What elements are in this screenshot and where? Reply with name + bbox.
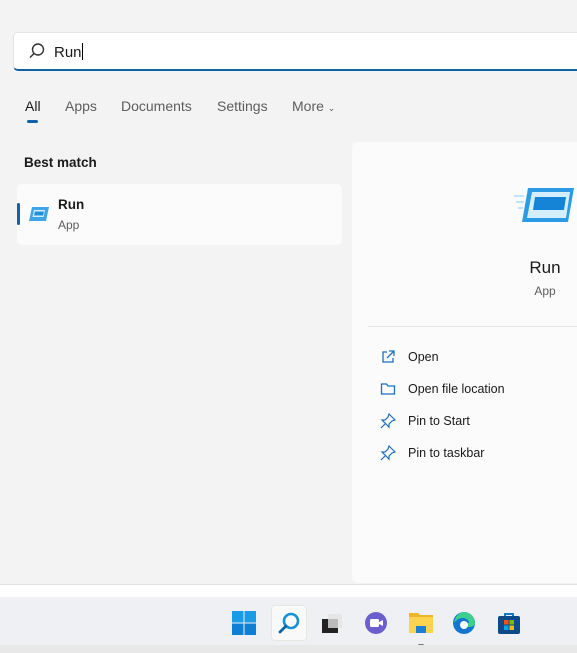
- tab-more-label: More: [292, 98, 324, 114]
- pin-icon: [380, 445, 396, 461]
- file-explorer-button[interactable]: [403, 605, 439, 647]
- search-icon: [278, 612, 300, 634]
- best-match-heading: Best match: [24, 155, 97, 170]
- search-taskbar-button[interactable]: [271, 605, 307, 641]
- microsoft-store-button[interactable]: [491, 605, 527, 641]
- action-label: Pin to taskbar: [408, 446, 485, 460]
- windows-icon: [232, 611, 256, 635]
- open-external-icon: [382, 350, 395, 363]
- run-app-icon: [29, 207, 49, 221]
- selection-indicator: [17, 203, 20, 225]
- action-open[interactable]: Open: [380, 348, 560, 368]
- task-view-icon: [322, 614, 342, 633]
- tab-apps[interactable]: Apps: [65, 98, 97, 114]
- search-icon: [29, 43, 45, 59]
- start-button[interactable]: [226, 605, 262, 641]
- tab-all[interactable]: All: [25, 98, 41, 114]
- action-pin-to-taskbar[interactable]: Pin to taskbar: [380, 444, 560, 464]
- details-type: App: [534, 284, 556, 298]
- tab-more[interactable]: More ⌄: [292, 98, 335, 114]
- microsoft-store-icon: [498, 613, 520, 634]
- chevron-down-icon: ⌄: [327, 103, 336, 113]
- action-label: Open file location: [408, 382, 505, 396]
- file-explorer-icon: [409, 613, 433, 633]
- divider: [368, 326, 577, 327]
- tab-documents[interactable]: Documents: [121, 98, 192, 114]
- action-pin-to-start[interactable]: Pin to Start: [380, 412, 560, 432]
- edge-button[interactable]: [446, 605, 482, 641]
- action-open-file-location[interactable]: Open file location: [380, 380, 560, 400]
- result-name: Run: [58, 197, 85, 212]
- action-label: Pin to Start: [408, 414, 470, 428]
- search-input[interactable]: Run: [54, 43, 83, 61]
- tab-settings[interactable]: Settings: [217, 98, 268, 114]
- screen-edge: [0, 645, 577, 653]
- chat-button[interactable]: [358, 605, 394, 641]
- start-menu-footer: [0, 585, 577, 597]
- task-view-button[interactable]: [314, 605, 350, 641]
- run-app-large-icon: [514, 188, 574, 222]
- search-box[interactable]: Run: [13, 32, 577, 71]
- details-name: Run: [529, 258, 561, 277]
- taskbar: [0, 597, 577, 647]
- details-panel: Run App Open Open file location Pin to S…: [352, 142, 577, 583]
- best-match-result[interactable]: Run App: [17, 184, 342, 245]
- active-tab-indicator: [27, 120, 38, 123]
- folder-icon: [380, 383, 396, 395]
- edge-icon: [453, 612, 475, 634]
- pin-icon: [380, 413, 396, 429]
- teams-chat-icon: [365, 612, 387, 634]
- result-type: App: [58, 218, 80, 232]
- action-label: Open: [408, 350, 439, 364]
